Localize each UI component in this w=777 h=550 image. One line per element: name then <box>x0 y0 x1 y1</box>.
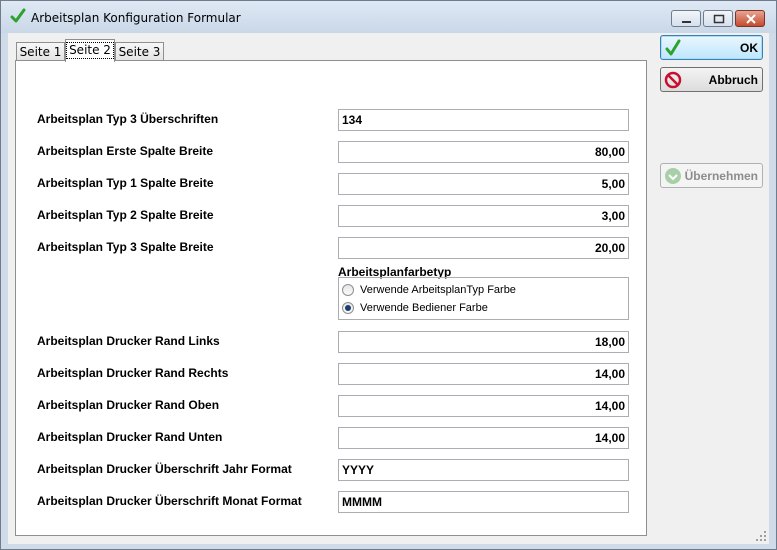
client-area: Seite 1 Seite 2 Seite 3 Arbeitsplan Typ … <box>8 33 769 544</box>
maximize-icon <box>713 14 725 24</box>
apply-button[interactable]: Übernehmen <box>660 163 763 188</box>
rand-unten-input[interactable]: 14,00 <box>338 427 629 449</box>
field-label: Arbeitsplan Erste Spalte Breite <box>37 144 214 158</box>
field-label: Arbeitsplan Drucker Überschrift Jahr For… <box>37 462 292 476</box>
application-window: Arbeitsplan Konfiguration Formular Seite… <box>0 0 777 550</box>
minimize-icon <box>682 21 691 23</box>
window-title: Arbeitsplan Konfiguration Formular <box>31 11 241 25</box>
rand-rechts-input[interactable]: 14,00 <box>338 363 629 385</box>
radio-button[interactable] <box>342 284 354 296</box>
no-entry-icon <box>664 71 682 89</box>
minimize-button[interactable] <box>671 10 701 27</box>
field-label: Arbeitsplan Drucker Rand Oben <box>37 398 220 412</box>
field-label: Arbeitsplan Drucker Rand Rechts <box>37 366 229 380</box>
field-label: Arbeitsplan Typ 3 Spalte Breite <box>37 240 214 254</box>
field-label: Arbeitsplan Typ 3 Überschriften <box>37 112 219 126</box>
maximize-button[interactable] <box>703 10 733 27</box>
checkmark-icon <box>10 8 26 23</box>
color-type-group: Verwende ArbeitsplanTyp Farbe Verwende B… <box>338 277 629 320</box>
title-bar[interactable]: Arbeitsplan Konfiguration Formular <box>1 1 776 33</box>
monat-format-input[interactable]: MMMM <box>338 491 629 513</box>
close-icon <box>746 14 756 24</box>
cancel-button[interactable]: Abbruch <box>660 67 763 92</box>
typ3-spalte-breite-input[interactable]: 20,00 <box>338 237 629 259</box>
checkmark-icon <box>665 39 681 56</box>
typ1-spalte-breite-input[interactable]: 5,00 <box>338 173 629 195</box>
tab-panel: Arbeitsplan Typ 3 Überschriften 134 Arbe… <box>15 60 647 536</box>
resize-grip-icon[interactable] <box>755 530 767 542</box>
rand-links-input[interactable]: 18,00 <box>338 331 629 353</box>
close-button[interactable] <box>735 10 765 27</box>
radio-button-checked[interactable] <box>342 302 354 314</box>
typ2-spalte-breite-input[interactable]: 3,00 <box>338 205 629 227</box>
field-label: Arbeitsplan Drucker Überschrift Monat Fo… <box>37 494 302 508</box>
tab-seite-3[interactable]: Seite 3 <box>115 42 164 61</box>
tab-seite-1[interactable]: Seite 1 <box>16 42 65 61</box>
tab-seite-2[interactable]: Seite 2 <box>65 39 115 62</box>
typ3-ueberschriften-input[interactable]: 134 <box>338 109 629 131</box>
apply-down-arrow-icon <box>665 168 681 184</box>
rand-oben-input[interactable]: 14,00 <box>338 395 629 417</box>
jahr-format-input[interactable]: YYYY <box>338 459 629 481</box>
field-label: Arbeitsplan Typ 1 Spalte Breite <box>37 176 214 190</box>
erste-spalte-breite-input[interactable]: 80,00 <box>338 141 629 163</box>
field-label: Arbeitsplan Drucker Rand Unten <box>37 430 223 444</box>
ok-button[interactable]: OK <box>660 35 763 60</box>
field-label: Arbeitsplan Drucker Rand Links <box>37 334 220 348</box>
field-label: Arbeitsplan Typ 2 Spalte Breite <box>37 208 214 222</box>
